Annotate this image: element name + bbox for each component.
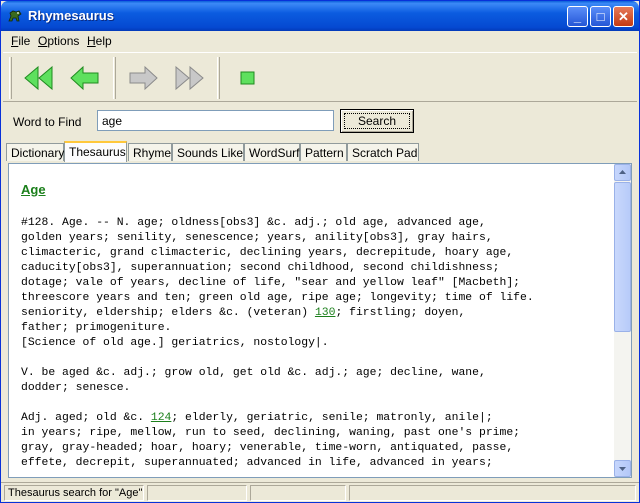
entry-line: father; primogeniture. <box>21 322 172 334</box>
word-to-find-label: Word to Find <box>13 115 82 129</box>
window-title: Rhymesaurus <box>28 8 114 23</box>
entry-line: threescore years and ten; green old age,… <box>21 292 534 304</box>
down-arrow-icon <box>619 467 626 471</box>
scroll-up-button[interactable] <box>614 164 631 181</box>
status-panel-3 <box>250 485 346 501</box>
status-panel-4 <box>349 485 636 501</box>
tab-rhyme[interactable]: Rhyme <box>128 143 172 161</box>
cross-reference-link[interactable]: 130 <box>315 307 336 319</box>
dinosaur-app-icon <box>8 10 22 22</box>
back-button[interactable] <box>63 57 107 99</box>
minimize-button[interactable]: _ <box>567 6 588 27</box>
menu-options-mnemonic: O <box>38 34 48 48</box>
toolbar-separator <box>217 57 220 99</box>
stop-button[interactable] <box>225 57 269 99</box>
left-arrow-icon <box>70 65 99 91</box>
double-left-arrow-icon <box>24 65 53 91</box>
close-icon: ✕ <box>618 9 629 24</box>
entry-line: effete, decrepit, superannuated; advance… <box>21 457 493 469</box>
forward-button[interactable] <box>121 57 165 99</box>
first-button[interactable] <box>17 57 61 99</box>
entry-line: #128. Age. -- N. age; oldness[obs3] &c. … <box>21 217 486 229</box>
entry-line: ; elderly, geriatric, senile; matronly, … <box>171 412 493 424</box>
status-bar: Thesaurus search for "Age" <box>1 482 639 502</box>
toolbar-separator <box>113 57 116 99</box>
vertical-scrollbar[interactable] <box>614 164 631 477</box>
scroll-thumb[interactable] <box>614 182 631 332</box>
right-arrow-icon <box>129 65 158 91</box>
tab-wordsurf[interactable]: WordSurf <box>244 143 300 161</box>
double-right-arrow-icon <box>175 65 204 91</box>
menu-file-label: ile <box>18 34 31 48</box>
status-panel-2 <box>147 485 247 501</box>
menu-help-label: elp <box>95 34 112 48</box>
entry-line: climacteric, grand climacteric, declinin… <box>21 247 514 259</box>
toolbar <box>3 52 637 102</box>
last-button[interactable] <box>167 57 211 99</box>
tab-pattern[interactable]: Pattern <box>300 143 347 161</box>
tab-thesaurus[interactable]: Thesaurus <box>64 141 127 162</box>
entry-line: dodder; senesce. <box>21 382 131 394</box>
scroll-down-button[interactable] <box>614 460 631 477</box>
entry-body: #128. Age. -- N. age; oldness[obs3] &c. … <box>21 216 611 471</box>
entry-line: gray, gray-headed; hoar, hoary; venerabl… <box>21 442 514 454</box>
tab-dictionary[interactable]: Dictionary <box>6 143 64 161</box>
tab-sounds-like[interactable]: Sounds Like <box>172 143 244 161</box>
entry-line: ; firstling; doyen, <box>335 307 466 319</box>
entry-heading[interactable]: Age <box>21 182 46 197</box>
minimize-icon: _ <box>573 9 582 24</box>
app-window: Rhymesaurus _ □ ✕ File Options Help Word… <box>0 0 640 503</box>
entry-line: dotage; vale of years, decline of life, … <box>21 277 520 289</box>
title-bar[interactable]: Rhymesaurus _ □ ✕ <box>1 1 639 31</box>
close-button[interactable]: ✕ <box>613 6 634 27</box>
search-button-label: Search <box>344 113 410 129</box>
entry-line: Adj. aged; old &c. <box>21 412 151 424</box>
menu-options[interactable]: Options <box>38 34 79 48</box>
maximize-icon: □ <box>596 9 605 24</box>
menu-file[interactable]: File <box>11 34 30 48</box>
search-button[interactable]: Search <box>340 109 414 133</box>
entry-line: in years; ripe, mellow, run to seed, dec… <box>21 427 520 439</box>
status-message: Thesaurus search for "Age" <box>4 485 144 501</box>
toolbar-grip[interactable] <box>9 57 12 99</box>
up-arrow-icon <box>619 170 626 174</box>
entry-line: caducity[obs3], superannuation; second c… <box>21 262 500 274</box>
menu-help[interactable]: Help <box>87 34 112 48</box>
menu-options-label: ptions <box>47 34 80 48</box>
menu-help-mnemonic: H <box>87 34 96 48</box>
menu-bar: File Options Help <box>1 31 639 50</box>
tab-scratch-pad[interactable]: Scratch Pad <box>347 143 419 161</box>
entry-line: golden years; senility, senescence; year… <box>21 232 493 244</box>
entry-line: V. be aged &c. adj.; grow old, get old &… <box>21 367 486 379</box>
maximize-button[interactable]: □ <box>590 6 611 27</box>
entry-line: seniority, eldership; elders &c. (vetera… <box>21 307 315 319</box>
word-to-find-input[interactable] <box>97 110 334 131</box>
results-pane[interactable]: Age #128. Age. -- N. age; oldness[obs3] … <box>8 163 632 478</box>
cross-reference-link[interactable]: 124 <box>151 412 172 424</box>
entry-line: [Science of old age.] geriatrics, nostol… <box>21 337 329 349</box>
stop-square-icon <box>240 71 255 85</box>
